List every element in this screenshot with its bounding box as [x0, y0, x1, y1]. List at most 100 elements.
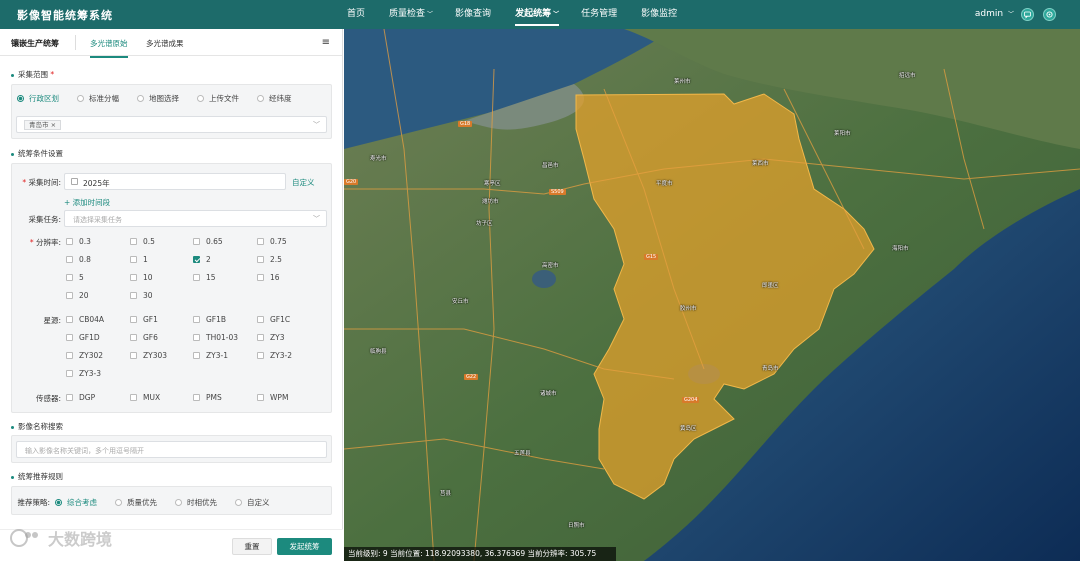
- checkmark-icon: [193, 256, 200, 263]
- checkbox-res-2[interactable]: 2: [193, 255, 211, 264]
- checkbox-label: ZY3-2: [270, 351, 292, 360]
- nav-image-query[interactable]: 影像查询: [444, 0, 504, 29]
- map-label-juxian: 莒县: [440, 491, 452, 497]
- checkbox-res-0.65[interactable]: 0.65: [193, 237, 223, 246]
- checkbox-res-15[interactable]: 15: [193, 273, 216, 282]
- checkbox-sensor-dgp[interactable]: DGP: [66, 393, 95, 402]
- map-label-hanting: 寒亭区: [484, 181, 501, 187]
- radio-standard-sheet[interactable]: 标准分幅: [77, 93, 119, 104]
- region-select[interactable]: 青岛市 × ﹀: [16, 116, 327, 133]
- section-image-search: 影像名称搜索: [11, 421, 63, 432]
- radio-dot: [137, 95, 144, 102]
- checkbox-res-30[interactable]: 30: [130, 291, 153, 300]
- checkbox-label: DGP: [79, 393, 96, 402]
- map-label-huangdao: 黄岛区: [680, 426, 697, 432]
- section-collection-range: 采集范围 *: [11, 69, 54, 80]
- nav-quality-check[interactable]: 质量检查 ﹀: [378, 0, 444, 29]
- checkbox-res-0.8[interactable]: 0.8: [66, 255, 91, 264]
- checkbox-label: GF1: [143, 315, 158, 324]
- checkbox-box: [257, 316, 264, 323]
- image-name-search-input[interactable]: 输入影像名称关键词，多个用逗号隔开: [16, 441, 327, 458]
- close-icon[interactable]: ×: [51, 121, 56, 129]
- checkbox-label: PMS: [206, 393, 222, 402]
- radio-admin-division[interactable]: 行政区划: [17, 93, 59, 104]
- map-view[interactable]: 潍坊市 寒亭区 坊子区 安丘市 昌邑市 高密市 诸城市 平度市 莱西市 即墨区 …: [344, 29, 1080, 561]
- checkbox-box: [193, 334, 200, 341]
- nav-home[interactable]: 首页: [336, 0, 378, 29]
- launch-coordination-button[interactable]: 发起统筹: [277, 538, 332, 555]
- tab-multispectral-result[interactable]: 多光谱成果: [146, 38, 184, 49]
- chevron-down-icon: ﹀: [1007, 11, 1014, 18]
- checkbox-sat-gf1d[interactable]: GF1D: [66, 333, 100, 342]
- checkbox-res-0.5[interactable]: 0.5: [130, 237, 155, 246]
- search-placeholder: 输入影像名称关键词，多个用逗号隔开: [25, 447, 144, 455]
- map-label-linqu: 临朐县: [370, 349, 387, 355]
- chevron-down-icon: ﹀: [313, 121, 320, 129]
- message-glyph: [1024, 11, 1031, 19]
- radio-strategy-quality[interactable]: 质量优先: [115, 497, 157, 508]
- nav-image-monitor[interactable]: 影像监控: [630, 0, 690, 29]
- radio-strategy-temporal[interactable]: 时相优先: [175, 497, 217, 508]
- map-label-laizhou: 莱州市: [674, 79, 691, 85]
- checkbox-sat-cb04a[interactable]: CB04A: [66, 315, 104, 324]
- radio-upload-file[interactable]: 上传文件: [197, 93, 239, 104]
- settings-icon[interactable]: [1043, 8, 1056, 21]
- add-time-range-link[interactable]: + 添加时间段: [64, 197, 110, 208]
- nav-label: 首页: [347, 9, 366, 19]
- checkbox-sensor-pms[interactable]: PMS: [193, 393, 222, 402]
- custom-time-link[interactable]: 自定义: [292, 177, 315, 188]
- chevron-down-icon: ﹀: [427, 11, 434, 18]
- radio-dot: [235, 499, 242, 506]
- checkbox-label: ZY3: [270, 333, 285, 342]
- checkbox-label: CB04A: [79, 315, 105, 324]
- checkbox-sat-zy3-1[interactable]: ZY3-1: [193, 351, 228, 360]
- radio-map-select[interactable]: 地图选择: [137, 93, 179, 104]
- watermark: 大数跨境: [8, 526, 112, 550]
- tab-multispectral-raw[interactable]: 多光谱原始: [90, 38, 128, 58]
- checkbox-sat-zy3[interactable]: ZY3: [257, 333, 285, 342]
- checkbox-sat-zy303[interactable]: ZY303: [130, 351, 167, 360]
- checkbox-sat-gf6[interactable]: GF6: [130, 333, 158, 342]
- map-canvas: [344, 29, 1080, 561]
- checkbox-sensor-mux[interactable]: MUX: [130, 393, 160, 402]
- menu-icon[interactable]: ≡: [322, 37, 330, 48]
- checkbox-res-20[interactable]: 20: [66, 291, 89, 300]
- chevron-down-icon: ﹀: [553, 11, 560, 18]
- radio-strategy-custom[interactable]: 自定义: [235, 497, 270, 508]
- checkbox-box: [130, 238, 137, 245]
- checkbox-sat-zy3-3[interactable]: ZY3-3: [66, 369, 101, 378]
- checkbox-res-0.3[interactable]: 0.3: [66, 237, 91, 246]
- checkbox-sat-zy302[interactable]: ZY302: [66, 351, 103, 360]
- checkbox-sat-gf1[interactable]: GF1: [130, 315, 158, 324]
- map-label-zhaoyuan: 招远市: [899, 73, 916, 79]
- task-select[interactable]: 请选择采集任务 ﹀: [64, 210, 327, 227]
- time-input[interactable]: 2025年: [64, 173, 286, 190]
- radio-lat-lon[interactable]: 经纬度: [257, 93, 292, 104]
- radio-strategy-comprehensive[interactable]: 综合考虑: [55, 497, 97, 508]
- checkbox-res-0.75[interactable]: 0.75: [257, 237, 287, 246]
- checkbox-res-16[interactable]: 16: [257, 273, 280, 282]
- checkbox-res-2.5[interactable]: 2.5: [257, 255, 282, 264]
- message-icon[interactable]: [1021, 8, 1034, 21]
- checkbox-sensor-wpm[interactable]: WPM: [257, 393, 288, 402]
- reset-button[interactable]: 重置: [232, 538, 272, 555]
- checkbox-res-10[interactable]: 10: [130, 273, 153, 282]
- checkbox-sat-th01-03[interactable]: TH01-03: [193, 333, 238, 342]
- nav-launch-coordination[interactable]: 发起统筹 ﹀: [504, 0, 570, 29]
- checkbox-sat-gf1c[interactable]: GF1C: [257, 315, 290, 324]
- checkbox-sat-gf1b[interactable]: GF1B: [193, 315, 226, 324]
- checkbox-res-5[interactable]: 5: [66, 273, 84, 282]
- checkbox-label: 20: [79, 291, 89, 300]
- map-label-laixi: 莱西市: [752, 161, 769, 167]
- radio-dot: [257, 95, 264, 102]
- checkbox-box: [130, 274, 137, 281]
- user-menu[interactable]: admin ﹀: [975, 0, 1014, 29]
- radio-label: 行政区划: [29, 94, 59, 103]
- checkbox-sat-zy3-2[interactable]: ZY3-2: [257, 351, 292, 360]
- map-label-wulian: 五莲县: [514, 451, 531, 457]
- checkbox-label: 16: [270, 273, 280, 282]
- checkbox-res-1[interactable]: 1: [130, 255, 148, 264]
- nav-task-management[interactable]: 任务管理: [570, 0, 630, 29]
- watermark-text: 大数跨境: [48, 530, 113, 549]
- checkbox-box: [130, 334, 137, 341]
